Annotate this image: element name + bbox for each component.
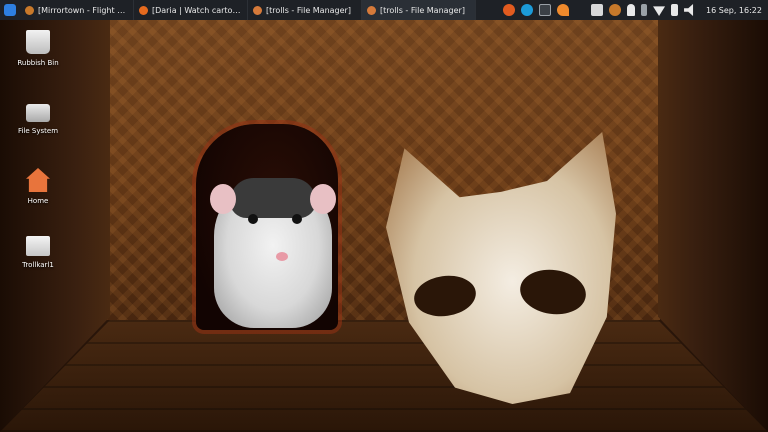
- taskbar-item-file-manager-1[interactable]: [trolls - File Manager]: [248, 0, 362, 20]
- desktop-icon-label: Home: [27, 197, 49, 205]
- desktop[interactable]: [Mirrortown - Flight of the M... [Daria …: [0, 0, 768, 432]
- mask-eye-left: [411, 271, 479, 321]
- firefox-icon[interactable]: [503, 4, 516, 16]
- volume-icon[interactable]: [684, 4, 694, 16]
- rat-nose: [276, 252, 288, 261]
- mask-eye-right: [517, 265, 589, 319]
- desktop-icon-label: File System: [17, 127, 59, 135]
- desktop-icon-label: Rubbish Bin: [17, 59, 59, 67]
- task-label: [trolls - File Manager]: [380, 5, 465, 15]
- taskbar-item-firefox[interactable]: [Daria | Watch cartoons onl...: [134, 0, 248, 20]
- firefox-icon: [139, 5, 148, 15]
- skype-icon[interactable]: [521, 4, 534, 16]
- mirrortown-tray-icon[interactable]: [609, 4, 622, 16]
- system-tray: 16 Sep, 16:22: [503, 4, 768, 16]
- clock[interactable]: 16 Sep, 16:22: [706, 6, 762, 15]
- rat-ear-right: [310, 184, 336, 214]
- bluetooth-icon[interactable]: [641, 4, 648, 16]
- wifi-icon[interactable]: [653, 6, 666, 16]
- rat-ear-left: [210, 184, 236, 214]
- drive-icon: [26, 104, 50, 122]
- usb-drive-icon: [26, 236, 50, 256]
- task-label: [Daria | Watch cartoons onl...: [152, 5, 242, 15]
- wallpaper-rat: [210, 178, 336, 328]
- file-manager-icon: [253, 5, 262, 15]
- rat-eye-left: [248, 214, 258, 224]
- battery-icon[interactable]: [671, 4, 679, 16]
- files-icon[interactable]: [557, 4, 570, 16]
- desktop-icon-home[interactable]: Home: [14, 168, 62, 205]
- mirrortown-icon: [25, 5, 34, 15]
- desktop-icon-file-system[interactable]: File System: [14, 100, 62, 135]
- taskbar-item-mirrortown[interactable]: [Mirrortown - Flight of the M...: [20, 0, 134, 20]
- screenshot-icon[interactable]: [591, 4, 604, 16]
- desktop-icon-trollkarl1[interactable]: Trollkarl1: [14, 234, 62, 269]
- terminal-icon[interactable]: [539, 4, 552, 16]
- task-label: [Mirrortown - Flight of the M...: [38, 5, 128, 15]
- rat-eye-right: [292, 214, 302, 224]
- home-folder-icon: [26, 168, 50, 192]
- task-label: [trolls - File Manager]: [266, 5, 351, 15]
- trash-icon: [26, 30, 50, 54]
- desktop-icon-rubbish-bin[interactable]: Rubbish Bin: [14, 30, 62, 67]
- file-manager-icon: [367, 5, 376, 15]
- wallpaper-floor: [0, 320, 768, 432]
- start-menu-icon: [4, 4, 16, 16]
- taskbar: [Mirrortown - Flight of the M... [Daria …: [0, 0, 768, 20]
- taskbar-item-file-manager-2[interactable]: [trolls - File Manager]: [362, 0, 476, 20]
- notifications-icon[interactable]: [627, 4, 636, 16]
- rat-head-fur: [230, 178, 316, 218]
- desktop-icon-label: Trollkarl1: [22, 261, 54, 269]
- start-menu-button[interactable]: [0, 0, 20, 20]
